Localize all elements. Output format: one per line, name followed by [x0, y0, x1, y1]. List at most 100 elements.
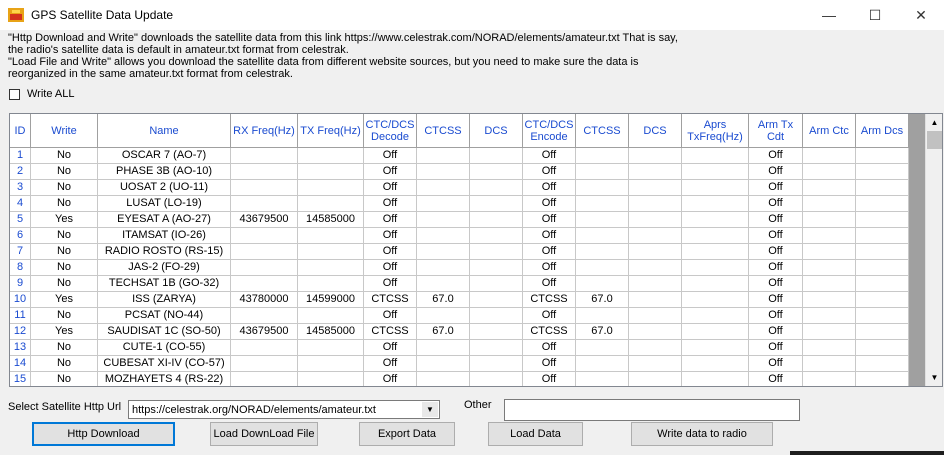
table-cell[interactable]: No	[31, 372, 98, 386]
table-cell[interactable]: Off	[364, 308, 417, 324]
scroll-down-arrow-icon[interactable]: ▼	[926, 369, 942, 386]
table-row[interactable]: 9 No TECHSAT 1B (GO-32) Off Off Off	[10, 276, 909, 292]
table-cell[interactable]: No	[31, 340, 98, 356]
table-cell[interactable]: No	[31, 244, 98, 260]
table-cell[interactable]	[856, 148, 909, 164]
table-cell[interactable]: Off	[364, 372, 417, 386]
table-cell[interactable]	[803, 292, 856, 308]
table-cell[interactable]	[576, 340, 629, 356]
table-row[interactable]: 7 No RADIO ROSTO (RS-15) Off Off Off	[10, 244, 909, 260]
table-cell[interactable]: Off	[364, 212, 417, 228]
row-id-cell[interactable]: 12	[10, 324, 31, 340]
table-cell[interactable]	[803, 148, 856, 164]
table-cell[interactable]	[576, 244, 629, 260]
table-cell[interactable]	[856, 228, 909, 244]
table-cell[interactable]	[417, 148, 470, 164]
table-cell[interactable]: Off	[749, 244, 803, 260]
table-cell[interactable]: Off	[364, 196, 417, 212]
table-cell[interactable]	[629, 292, 682, 308]
table-cell[interactable]: Off	[364, 356, 417, 372]
column-header[interactable]: CTC/DCS Encode	[523, 114, 576, 148]
table-cell[interactable]	[856, 244, 909, 260]
row-id-cell[interactable]: 4	[10, 196, 31, 212]
table-cell[interactable]	[298, 244, 364, 260]
column-header[interactable]: CTCSS	[417, 114, 470, 148]
table-cell[interactable]	[231, 228, 298, 244]
export-data-button[interactable]: Export Data	[359, 422, 455, 446]
table-cell[interactable]	[231, 244, 298, 260]
column-header[interactable]: ID	[10, 114, 31, 148]
table-row[interactable]: 1 No OSCAR 7 (AO-7) Off Off Off	[10, 148, 909, 164]
table-cell[interactable]: No	[31, 148, 98, 164]
table-cell[interactable]: ITAMSAT (IO-26)	[98, 228, 231, 244]
table-cell[interactable]	[417, 180, 470, 196]
table-cell[interactable]	[629, 228, 682, 244]
table-cell[interactable]: Off	[523, 356, 576, 372]
row-id-cell[interactable]: 3	[10, 180, 31, 196]
table-row[interactable]: 14 No CUBESAT XI-IV (CO-57) Off Off Off	[10, 356, 909, 372]
table-cell[interactable]	[629, 308, 682, 324]
column-header[interactable]: TX Freq(Hz)	[298, 114, 364, 148]
table-cell[interactable]	[803, 356, 856, 372]
write-data-to-radio-button[interactable]: Write data to radio	[631, 422, 773, 446]
other-url-input[interactable]	[504, 399, 800, 421]
table-cell[interactable]	[803, 180, 856, 196]
table-cell[interactable]	[682, 212, 749, 228]
table-cell[interactable]	[682, 340, 749, 356]
row-id-cell[interactable]: 1	[10, 148, 31, 164]
table-cell[interactable]	[682, 260, 749, 276]
table-cell[interactable]: EYESAT A (AO-27)	[98, 212, 231, 228]
table-cell[interactable]: No	[31, 276, 98, 292]
vertical-scrollbar[interactable]: ▲ ▼	[925, 114, 942, 386]
table-cell[interactable]	[470, 212, 523, 228]
table-cell[interactable]: Yes	[31, 324, 98, 340]
table-cell[interactable]: Off	[523, 180, 576, 196]
table-cell[interactable]	[803, 372, 856, 386]
table-cell[interactable]: Off	[749, 212, 803, 228]
table-cell[interactable]: UOSAT 2 (UO-11)	[98, 180, 231, 196]
table-cell[interactable]: No	[31, 164, 98, 180]
table-cell[interactable]: PHASE 3B (AO-10)	[98, 164, 231, 180]
table-cell[interactable]	[856, 180, 909, 196]
table-cell[interactable]: Off	[364, 260, 417, 276]
maximize-button[interactable]: ☐	[852, 0, 898, 30]
table-cell[interactable]: Off	[523, 276, 576, 292]
table-cell[interactable]	[576, 212, 629, 228]
table-cell[interactable]: Off	[523, 212, 576, 228]
column-header[interactable]: DCS	[629, 114, 682, 148]
column-header[interactable]: Aprs TxFreq(Hz)	[682, 114, 749, 148]
table-cell[interactable]: Off	[523, 372, 576, 386]
table-cell[interactable]	[682, 180, 749, 196]
table-cell[interactable]: Off	[749, 308, 803, 324]
scroll-up-arrow-icon[interactable]: ▲	[926, 114, 942, 131]
table-cell[interactable]	[682, 276, 749, 292]
table-cell[interactable]	[298, 276, 364, 292]
table-cell[interactable]	[576, 276, 629, 292]
table-cell[interactable]	[629, 276, 682, 292]
table-cell[interactable]	[629, 372, 682, 386]
table-cell[interactable]	[803, 324, 856, 340]
table-cell[interactable]	[682, 196, 749, 212]
column-header[interactable]: CTC/DCS Decode	[364, 114, 417, 148]
row-id-cell[interactable]: 9	[10, 276, 31, 292]
table-cell[interactable]	[470, 372, 523, 386]
table-cell[interactable]	[682, 372, 749, 386]
minimize-button[interactable]: —	[806, 0, 852, 30]
table-cell[interactable]	[803, 228, 856, 244]
table-cell[interactable]	[231, 148, 298, 164]
table-cell[interactable]: Off	[749, 356, 803, 372]
table-row[interactable]: 5 Yes EYESAT A (AO-27) 43679500 14585000 Off O…	[10, 212, 909, 228]
table-cell[interactable]	[629, 180, 682, 196]
table-cell[interactable]	[231, 276, 298, 292]
table-cell[interactable]: 14585000	[298, 212, 364, 228]
table-cell[interactable]: Off	[364, 340, 417, 356]
load-data-button[interactable]: Load Data	[488, 422, 583, 446]
table-cell[interactable]	[231, 260, 298, 276]
table-cell[interactable]	[470, 148, 523, 164]
table-cell[interactable]	[470, 340, 523, 356]
table-cell[interactable]	[803, 196, 856, 212]
table-cell[interactable]: Off	[749, 340, 803, 356]
table-cell[interactable]	[803, 276, 856, 292]
table-cell[interactable]: No	[31, 180, 98, 196]
table-cell[interactable]	[231, 164, 298, 180]
